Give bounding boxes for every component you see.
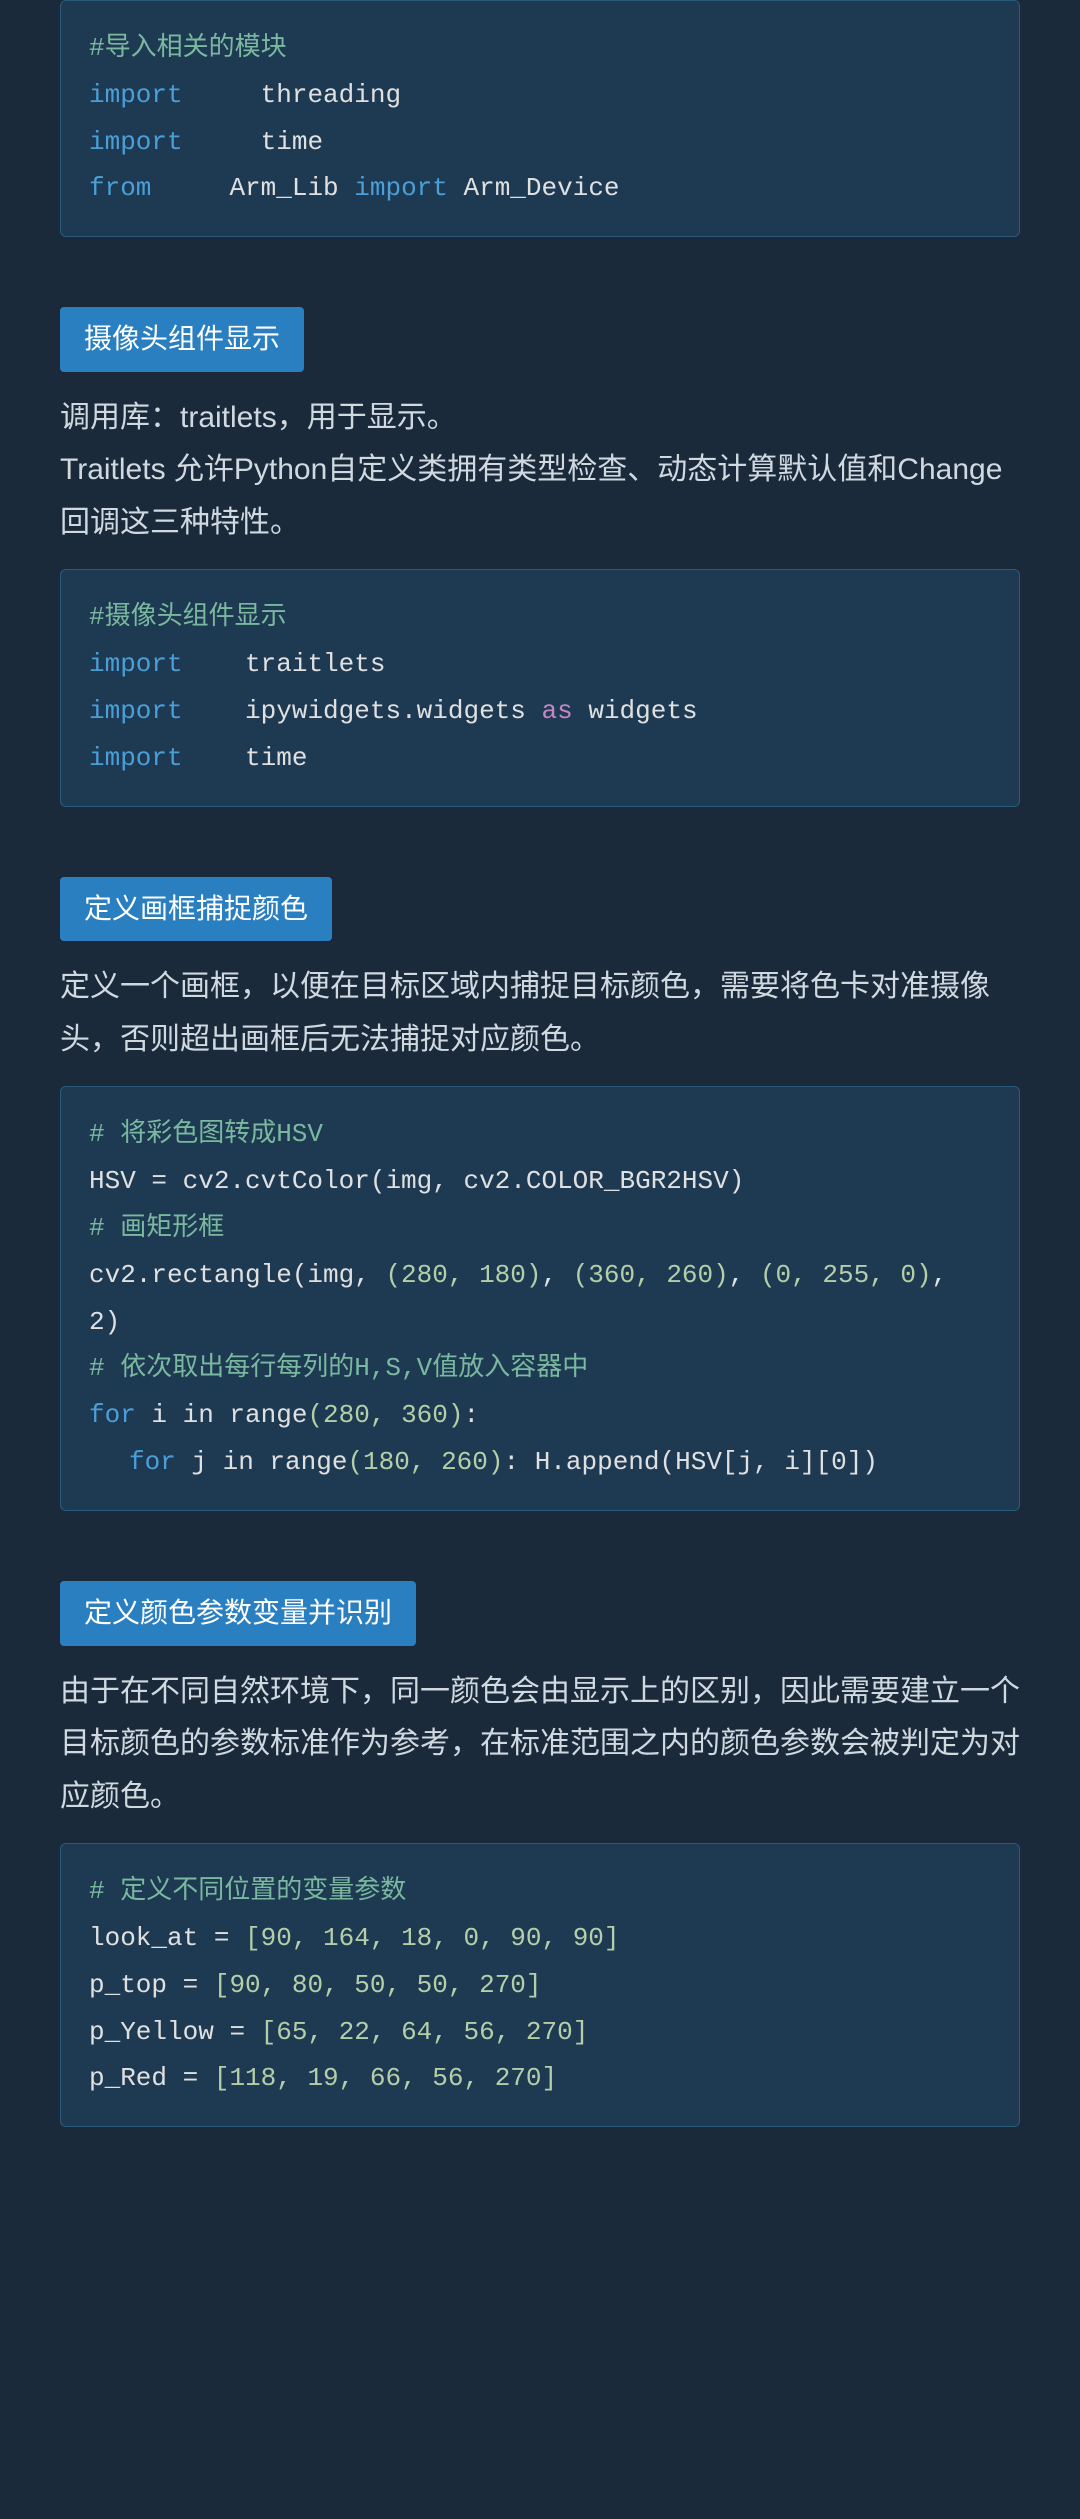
module-traitlets: traitlets bbox=[198, 649, 385, 679]
define-color-params-desc: 由于在不同自然环境下，同一颜色会由显示上的区别，因此需要建立一个目标颜色的参数标… bbox=[60, 1675, 1020, 1813]
rect-color: (0, 255, 0) bbox=[760, 1260, 932, 1290]
look-at-line: look_at = [90, 164, 18, 0, 90, 90] bbox=[89, 1915, 991, 1962]
module-threading: threading bbox=[198, 80, 401, 110]
rectangle-comment-line: # 画矩形框 bbox=[89, 1205, 991, 1252]
import-ipywidgets-line: import ipywidgets.widgets as widgets bbox=[89, 688, 991, 735]
camera-comment-line: #摄像头组件显示 bbox=[89, 594, 991, 641]
p-top-value: [90, 80, 50, 50, 270] bbox=[214, 1970, 542, 2000]
p-red-assign: = bbox=[183, 2063, 214, 2093]
import-time2-line: import time bbox=[89, 735, 991, 782]
for-j-body: j in range bbox=[191, 1447, 347, 1477]
p-yellow-line: p_Yellow = [65, 22, 64, 56, 270] bbox=[89, 2009, 991, 2056]
camera-display-header: 摄像头组件显示 bbox=[60, 307, 304, 372]
for-j-line: for j in range(180, 260): H.append(HSV[j… bbox=[89, 1439, 991, 1486]
camera-text-1: 调用库：traitlets，用于显示。 bbox=[60, 401, 457, 434]
rectangle-line: cv2.rectangle(img, (280, 180), (360, 260… bbox=[89, 1252, 991, 1346]
rect-comma1: , bbox=[541, 1260, 572, 1290]
alias-widgets: widgets bbox=[588, 696, 697, 726]
keyword-as: as bbox=[542, 696, 573, 726]
keyword-import-ipywidgets: import bbox=[89, 696, 183, 726]
define-frame-header-text: 定义画框捕捉颜色 bbox=[84, 893, 308, 924]
color-params-code-block: # 定义不同位置的变量参数 look_at = [90, 164, 18, 0,… bbox=[60, 1843, 1020, 2127]
frame-code-block: # 将彩色图转成HSV HSV = cv2.cvtColor(img, cv2.… bbox=[60, 1086, 1020, 1510]
define-frame-desc: 定义一个画框，以便在目标区域内捕捉目标颜色，需要将色卡对准摄像头，否则超出画框后… bbox=[60, 970, 990, 1056]
keyword-for-j: for bbox=[129, 1447, 176, 1477]
camera-display-section: 摄像头组件显示 调用库：traitlets，用于显示。 Traitlets 允许… bbox=[60, 277, 1020, 806]
params-comment: # 定义不同位置的变量参数 bbox=[89, 1876, 406, 1906]
for-i-body: i in range bbox=[151, 1400, 307, 1430]
import-threading-line: import threading bbox=[89, 72, 991, 119]
keyword-for-i: for bbox=[89, 1400, 136, 1430]
define-color-params-header: 定义颜色参数变量并识别 bbox=[60, 1581, 416, 1646]
from-armlib-line: from Arm_Lib import Arm_Device bbox=[89, 165, 991, 212]
keyword-import-3: import bbox=[354, 173, 448, 203]
module-armlib: Arm_Lib bbox=[167, 173, 354, 203]
p-top-line: p_top = [90, 80, 50, 50, 270] bbox=[89, 1962, 991, 2009]
range-j-vals: (180, 260) bbox=[347, 1447, 503, 1477]
p-yellow-value: [65, 22, 64, 56, 270] bbox=[261, 2017, 589, 2047]
module-time: time bbox=[198, 127, 323, 157]
p-top-assign: = bbox=[183, 1970, 214, 2000]
look-at-value: [90, 164, 18, 0, 90, 90] bbox=[245, 1923, 619, 1953]
hsv-comment: # 将彩色图转成HSV bbox=[89, 1119, 323, 1149]
import-code-block: #导入相关的模块 import threading import time fr… bbox=[60, 0, 1020, 237]
camera-comment: #摄像头组件显示 bbox=[89, 602, 287, 632]
define-frame-section: 定义画框捕捉颜色 定义一个画框，以便在目标区域内捕捉目标颜色，需要将色卡对准摄像… bbox=[60, 847, 1020, 1511]
define-color-params-text: 由于在不同自然环境下，同一颜色会由显示上的区别，因此需要建立一个目标颜色的参数标… bbox=[60, 1666, 1020, 1824]
keyword-import-1: import bbox=[89, 80, 183, 110]
look-at-assign: = bbox=[214, 1923, 245, 1953]
range-i-vals: (280, 360) bbox=[307, 1400, 463, 1430]
comment-text: #导入相关的模块 bbox=[89, 33, 287, 63]
hsv-assignment: HSV = cv2.cvtColor(img, cv2.COLOR_BGR2HS… bbox=[89, 1166, 744, 1196]
loop-comment: # 依次取出每行每列的H,S,V值放入容器中 bbox=[89, 1353, 588, 1383]
hsv-comment-line: # 将彩色图转成HSV bbox=[89, 1111, 991, 1158]
keyword-import-traitlets: import bbox=[89, 649, 183, 679]
keyword-import-2: import bbox=[89, 127, 183, 157]
define-frame-header: 定义画框捕捉颜色 bbox=[60, 877, 332, 942]
camera-display-text: 调用库：traitlets，用于显示。 Traitlets 允许Python自定… bbox=[60, 392, 1020, 550]
rect-param1: (280, 180) bbox=[385, 1260, 541, 1290]
module-ipywidgets: ipywidgets.widgets bbox=[198, 696, 541, 726]
params-comment-line: # 定义不同位置的变量参数 bbox=[89, 1868, 991, 1915]
import-section: #导入相关的模块 import threading import time fr… bbox=[60, 0, 1020, 237]
for-i-line: for i in range(280, 360): bbox=[89, 1392, 991, 1439]
rectangle-comment: # 画矩形框 bbox=[89, 1213, 224, 1243]
loop-comment-line: # 依次取出每行每列的H,S,V值放入容器中 bbox=[89, 1345, 991, 1392]
define-color-params-header-text: 定义颜色参数变量并识别 bbox=[84, 1597, 392, 1628]
var-p-yellow: p_Yellow bbox=[89, 2017, 229, 2047]
for-j-rest: : H.append(HSV[j, i][0]) bbox=[503, 1447, 877, 1477]
rectangle-call: cv2.rectangle(img, bbox=[89, 1260, 385, 1290]
camera-code-block: #摄像头组件显示 import traitlets import ipywidg… bbox=[60, 569, 1020, 806]
for-i-colon: : bbox=[463, 1400, 479, 1430]
keyword-import-time2: import bbox=[89, 743, 183, 773]
module-armdevice: Arm_Device bbox=[464, 173, 620, 203]
var-look-at: look_at bbox=[89, 1923, 214, 1953]
var-p-top: p_top bbox=[89, 1970, 183, 2000]
code-comment-line: #导入相关的模块 bbox=[89, 25, 991, 72]
rect-comma2: , bbox=[729, 1260, 760, 1290]
define-color-params-section: 定义颜色参数变量并识别 由于在不同自然环境下，同一颜色会由显示上的区别，因此需要… bbox=[60, 1551, 1020, 2127]
camera-text-2: Traitlets 允许Python自定义类拥有类型检查、动态计算默认值和Cha… bbox=[60, 453, 1002, 539]
hsv-cvtcolor-line: HSV = cv2.cvtColor(img, cv2.COLOR_BGR2HS… bbox=[89, 1158, 991, 1205]
camera-display-header-text: 摄像头组件显示 bbox=[84, 323, 280, 354]
p-yellow-assign: = bbox=[229, 2017, 260, 2047]
import-traitlets-line: import traitlets bbox=[89, 641, 991, 688]
module-time2: time bbox=[198, 743, 307, 773]
define-frame-text: 定义一个画框，以便在目标区域内捕捉目标颜色，需要将色卡对准摄像头，否则超出画框后… bbox=[60, 961, 1020, 1066]
p-red-value: [118, 19, 66, 56, 270] bbox=[214, 2063, 557, 2093]
p-red-line: p_Red = [118, 19, 66, 56, 270] bbox=[89, 2055, 991, 2102]
var-p-red: p_Red bbox=[89, 2063, 183, 2093]
rect-param2: (360, 260) bbox=[573, 1260, 729, 1290]
import-time-line: import time bbox=[89, 119, 991, 166]
keyword-from: from bbox=[89, 173, 151, 203]
